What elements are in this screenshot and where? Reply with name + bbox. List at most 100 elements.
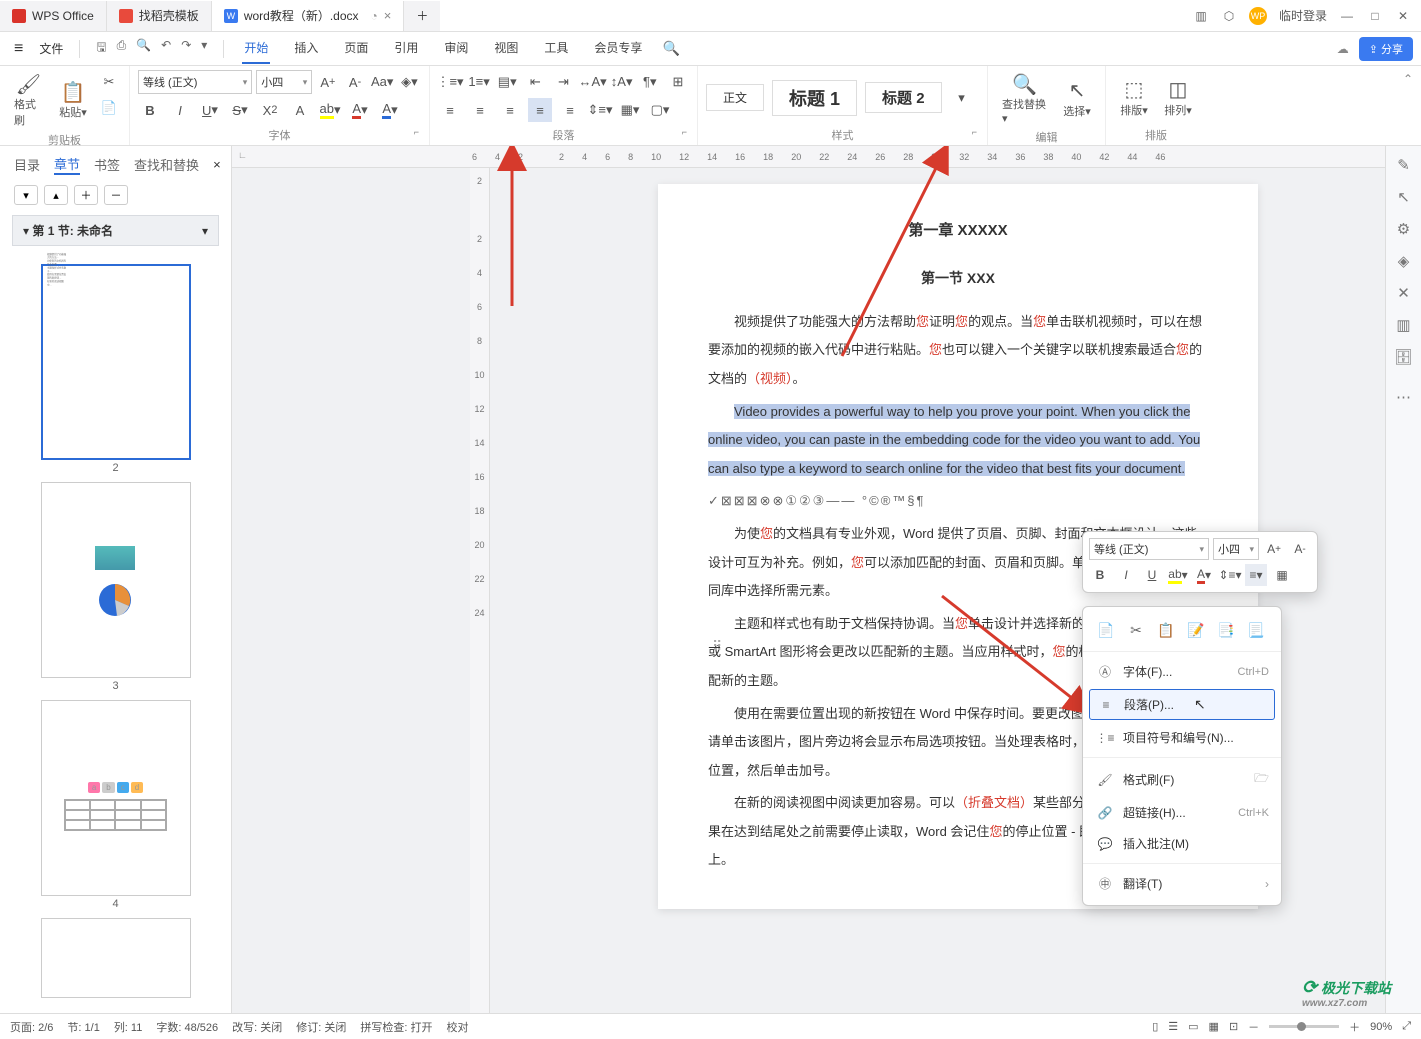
font-grow-icon[interactable]: A+ xyxy=(316,70,339,94)
ctx-bullets[interactable]: ⋮≡项目符号和编号(N)... xyxy=(1083,722,1281,753)
mini-color-icon[interactable]: A▾ xyxy=(1193,564,1215,586)
tab-page[interactable]: 页面 xyxy=(342,33,370,64)
rb-more-icon[interactable]: ⋯ xyxy=(1396,388,1411,406)
mini-spacing-icon[interactable]: ⇕≡▾ xyxy=(1219,564,1241,586)
section-header[interactable]: ▾ 第 1 节: 未命名▾ xyxy=(12,215,219,246)
find-replace-button[interactable]: 🔍查找替换▾ xyxy=(996,70,1053,127)
status-proof[interactable]: 校对 xyxy=(446,1019,468,1035)
mini-shrink-icon[interactable]: A- xyxy=(1289,538,1311,560)
bold-icon[interactable]: B xyxy=(138,98,162,122)
mini-highlight-icon[interactable]: ab▾ xyxy=(1167,564,1189,586)
mini-grow-icon[interactable]: A+ xyxy=(1263,538,1285,560)
nav-tab-toc[interactable]: 目录 xyxy=(14,155,40,174)
page-thumbnail-5[interactable] xyxy=(41,918,191,998)
tab-close-icon[interactable]: × xyxy=(384,8,392,23)
highlight-icon[interactable]: ab▾ xyxy=(318,98,342,122)
phonetic-icon[interactable]: A xyxy=(288,98,312,122)
drag-handle-icon[interactable]: ⠿ xyxy=(712,638,722,655)
nav-tab-section[interactable]: 章节 xyxy=(54,154,80,175)
mini-font-select[interactable]: 等线 (正文)▾ xyxy=(1089,538,1209,560)
select-button[interactable]: ↖选择▾ xyxy=(1057,70,1097,127)
ctx-translate[interactable]: ㊥翻译(T)› xyxy=(1083,868,1281,899)
nav-tab-find[interactable]: 查找和替换 xyxy=(134,155,199,174)
tab-tools[interactable]: 工具 xyxy=(542,33,570,64)
borders-icon[interactable]: ▢▾ xyxy=(648,98,672,122)
login-label[interactable]: 临时登录 xyxy=(1279,7,1327,24)
indent-dec-icon[interactable]: ⇤ xyxy=(524,70,546,94)
arrange-button[interactable]: ◫排列▾ xyxy=(1158,70,1198,125)
align-left-icon[interactable]: ≡ xyxy=(438,98,462,122)
rb-settings-icon[interactable]: ⚙ xyxy=(1397,220,1410,238)
mini-align-icon[interactable]: ≡▾ xyxy=(1245,564,1267,586)
style-normal[interactable]: 正文 xyxy=(706,84,764,111)
ctx-paste-keep-icon[interactable]: 📃 xyxy=(1245,619,1267,641)
multilevel-icon[interactable]: ▤▾ xyxy=(496,70,518,94)
strike-icon[interactable]: S▾ xyxy=(228,98,252,122)
editor-canvas[interactable]: ∟ 64224681012141618202224262830323436384… xyxy=(232,146,1385,1013)
view-mode-icon[interactable]: ⊡ xyxy=(1229,1020,1238,1033)
align-right-icon[interactable]: ≡ xyxy=(498,98,522,122)
close-icon[interactable]: ✕ xyxy=(1395,8,1411,24)
ctx-format-painter[interactable]: 🖌格式刷(F)🗁 xyxy=(1083,762,1281,797)
maximize-icon[interactable]: □ xyxy=(1367,8,1383,24)
file-menu[interactable]: 文件 xyxy=(31,40,71,57)
align-distribute-icon[interactable]: ≡ xyxy=(558,98,582,122)
mini-underline-icon[interactable]: U xyxy=(1141,564,1163,586)
font-size-select[interactable]: 小四▾ xyxy=(256,70,312,94)
ctx-cut-icon[interactable]: ✂ xyxy=(1125,619,1147,641)
tab-insert[interactable]: 插入 xyxy=(292,33,320,64)
status-column[interactable]: 列: 11 xyxy=(114,1019,143,1035)
format-painter-button[interactable]: 🖌格式刷 xyxy=(8,70,49,130)
avatar[interactable]: WP xyxy=(1249,7,1267,25)
typeset-button[interactable]: ⬚排版▾ xyxy=(1114,70,1154,125)
ribbon-collapse-icon[interactable]: ⌃ xyxy=(1395,66,1421,145)
view-web-icon[interactable]: ▦ xyxy=(1209,1020,1219,1033)
search-icon[interactable]: 🔍 xyxy=(662,40,679,57)
bullets-icon[interactable]: ⋮≡▾ xyxy=(438,70,462,94)
ruler-horizontal[interactable]: ∟ 64224681012141618202224262830323436384… xyxy=(232,146,1385,168)
copy-icon[interactable]: 📄 xyxy=(97,96,121,120)
view-outline-icon[interactable]: ☰ xyxy=(1168,1020,1178,1033)
qat-dropdown-icon[interactable]: ▾ xyxy=(201,38,207,59)
styles-launcher-icon[interactable]: ⌐ xyxy=(972,127,977,137)
paste-button[interactable]: 📋粘贴▾ xyxy=(53,70,93,130)
tab-view[interactable]: 视图 xyxy=(492,33,520,64)
status-section[interactable]: 节: 1/1 xyxy=(67,1019,99,1035)
save-icon[interactable]: 🖫 xyxy=(96,38,106,59)
sort-icon[interactable]: ↕A▾ xyxy=(611,70,633,94)
style-heading1[interactable]: 标题 1 xyxy=(772,80,857,116)
nav-tab-bookmark[interactable]: 书签 xyxy=(94,155,120,174)
paragraph-launcher-icon[interactable]: ⌐ xyxy=(682,127,687,137)
rb-toolbox-icon[interactable]: 🗄 xyxy=(1394,348,1413,366)
status-track[interactable]: 修订: 关闭 xyxy=(296,1019,346,1035)
tab-member[interactable]: 会员专享 xyxy=(592,33,644,64)
view-print-icon[interactable]: ▯ xyxy=(1152,1020,1158,1033)
status-spell[interactable]: 拼写检查: 打开 xyxy=(360,1019,432,1035)
align-justify-icon[interactable]: ≡ xyxy=(528,98,552,122)
show-marks-icon[interactable]: ¶▾ xyxy=(639,70,661,94)
minimize-icon[interactable]: — xyxy=(1339,8,1355,24)
status-page[interactable]: 页面: 2/6 xyxy=(10,1019,53,1035)
ruler-vertical[interactable]: 224681012141618202224 xyxy=(470,168,490,1013)
mini-bold-icon[interactable]: B xyxy=(1089,564,1111,586)
share-button[interactable]: ⇪ 分享 xyxy=(1359,37,1413,61)
char-shade-icon[interactable]: A▾ xyxy=(378,98,402,122)
ctx-paragraph[interactable]: ≡段落(P)...↖ xyxy=(1089,689,1275,720)
tab-templates[interactable]: 找稻壳模板 xyxy=(107,1,212,31)
tab-reference[interactable]: 引用 xyxy=(392,33,420,64)
underline-icon[interactable]: U▾ xyxy=(198,98,222,122)
ctx-paste-special-icon[interactable]: 📝 xyxy=(1185,619,1207,641)
mini-more-icon[interactable]: ▦ xyxy=(1271,564,1293,586)
nav-remove-button[interactable]: － xyxy=(104,185,128,205)
shading-icon[interactable]: ▦▾ xyxy=(618,98,642,122)
new-tab-button[interactable]: ＋ xyxy=(404,1,440,31)
align-center-icon[interactable]: ≡ xyxy=(468,98,492,122)
zoom-fit-icon[interactable]: ⤢ xyxy=(1402,1020,1411,1033)
rb-pen-icon[interactable]: ✎ xyxy=(1397,156,1410,174)
cut-icon[interactable]: ✂ xyxy=(97,70,121,94)
cube-icon[interactable]: ⬡ xyxy=(1221,8,1237,24)
mini-italic-icon[interactable]: I xyxy=(1115,564,1137,586)
nav-add-button[interactable]: ＋ xyxy=(74,185,98,205)
tabs-settings-icon[interactable]: ⊞ xyxy=(667,70,689,94)
ctx-hyperlink[interactable]: 🔗超链接(H)...Ctrl+K xyxy=(1083,797,1281,828)
